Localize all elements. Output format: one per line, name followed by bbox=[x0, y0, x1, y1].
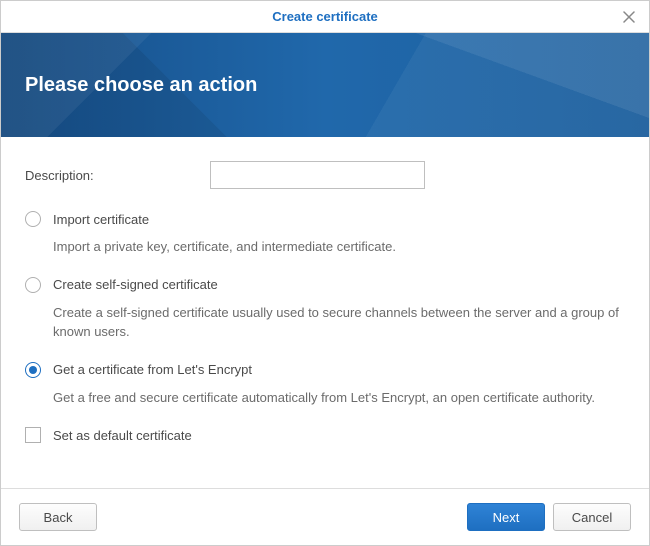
radio-lets-encrypt-description: Get a free and secure certificate automa… bbox=[53, 388, 625, 408]
radio-self-signed-certificate[interactable]: Create self-signed certificate bbox=[25, 277, 625, 293]
checkbox-icon bbox=[25, 427, 41, 443]
window-title: Create certificate bbox=[272, 9, 378, 24]
set-default-checkbox-row[interactable]: Set as default certificate bbox=[25, 427, 625, 443]
banner: Please choose an action bbox=[1, 33, 649, 137]
titlebar: Create certificate bbox=[1, 1, 649, 33]
set-default-label: Set as default certificate bbox=[53, 428, 192, 443]
page-title: Please choose an action bbox=[25, 74, 257, 97]
description-input[interactable] bbox=[210, 161, 425, 189]
radio-icon bbox=[25, 211, 41, 227]
radio-import-description: Import a private key, certificate, and i… bbox=[53, 237, 625, 257]
footer: Back Next Cancel bbox=[1, 488, 649, 545]
radio-label: Create self-signed certificate bbox=[53, 277, 218, 292]
radio-icon bbox=[25, 362, 41, 378]
radio-label: Get a certificate from Let's Encrypt bbox=[53, 362, 252, 377]
content-area: Description: Import certificate Import a… bbox=[1, 137, 649, 488]
radio-label: Import certificate bbox=[53, 212, 149, 227]
description-field-row: Description: bbox=[25, 161, 625, 189]
radio-self-signed-description: Create a self-signed certificate usually… bbox=[53, 303, 625, 342]
description-label: Description: bbox=[25, 168, 210, 183]
radio-lets-encrypt[interactable]: Get a certificate from Let's Encrypt bbox=[25, 362, 625, 378]
cancel-button[interactable]: Cancel bbox=[553, 503, 631, 531]
close-icon[interactable] bbox=[619, 7, 639, 27]
back-button[interactable]: Back bbox=[19, 503, 97, 531]
radio-icon bbox=[25, 277, 41, 293]
next-button[interactable]: Next bbox=[467, 503, 545, 531]
radio-import-certificate[interactable]: Import certificate bbox=[25, 211, 625, 227]
